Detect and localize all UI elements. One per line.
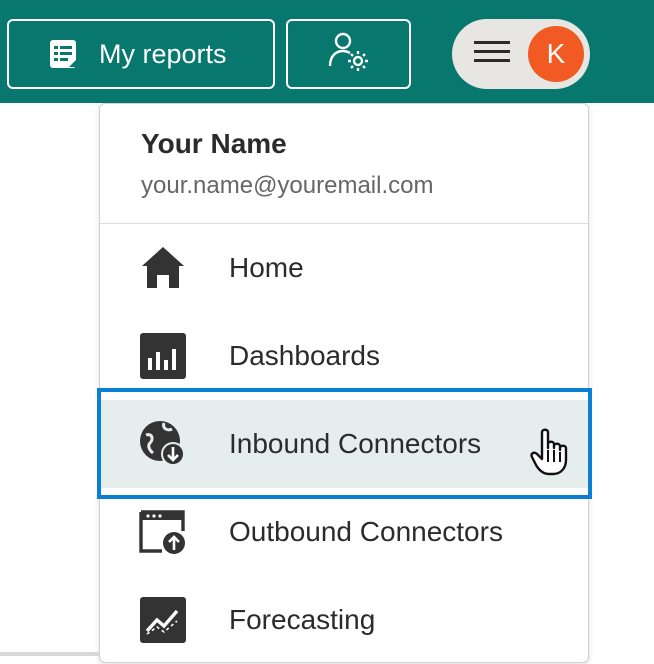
avatar[interactable]: K — [528, 26, 584, 82]
user-settings-icon — [327, 30, 371, 79]
report-list-icon — [47, 37, 81, 71]
dashboards-icon — [138, 331, 188, 381]
menu-item-label: Home — [229, 252, 304, 283]
top-bar: My reports K — [0, 0, 654, 103]
background-edge — [0, 652, 99, 656]
menu-item-dashboards[interactable]: Dashboards — [100, 312, 588, 400]
menu-item-label: Outbound Connectors — [229, 516, 503, 547]
hamburger-icon — [474, 39, 510, 70]
menu-item-forecasting[interactable]: Forecasting — [100, 576, 588, 664]
home-icon — [138, 243, 188, 293]
forecasting-icon — [138, 595, 188, 645]
selection-highlight — [97, 388, 592, 499]
outbound-connector-icon — [138, 507, 188, 557]
avatar-initial: K — [546, 38, 566, 69]
menu-item-label: Dashboards — [229, 340, 380, 371]
my-reports-label: My reports — [99, 38, 227, 69]
menu-item-label: Forecasting — [229, 604, 376, 635]
menu-item-outbound-connectors[interactable]: Outbound Connectors — [100, 488, 588, 576]
hand-pointer-cursor-icon — [530, 428, 572, 476]
menu-item-home[interactable]: Home — [100, 224, 588, 312]
user-settings-button[interactable] — [286, 19, 411, 89]
user-email: your.name@youremail.com — [141, 172, 434, 199]
account-dropdown: Your Name your.name@youremail.com Home D… — [99, 103, 589, 663]
my-reports-button[interactable]: My reports — [7, 19, 275, 89]
user-name: Your Name — [141, 128, 287, 159]
account-menu-button[interactable]: K — [452, 19, 590, 89]
